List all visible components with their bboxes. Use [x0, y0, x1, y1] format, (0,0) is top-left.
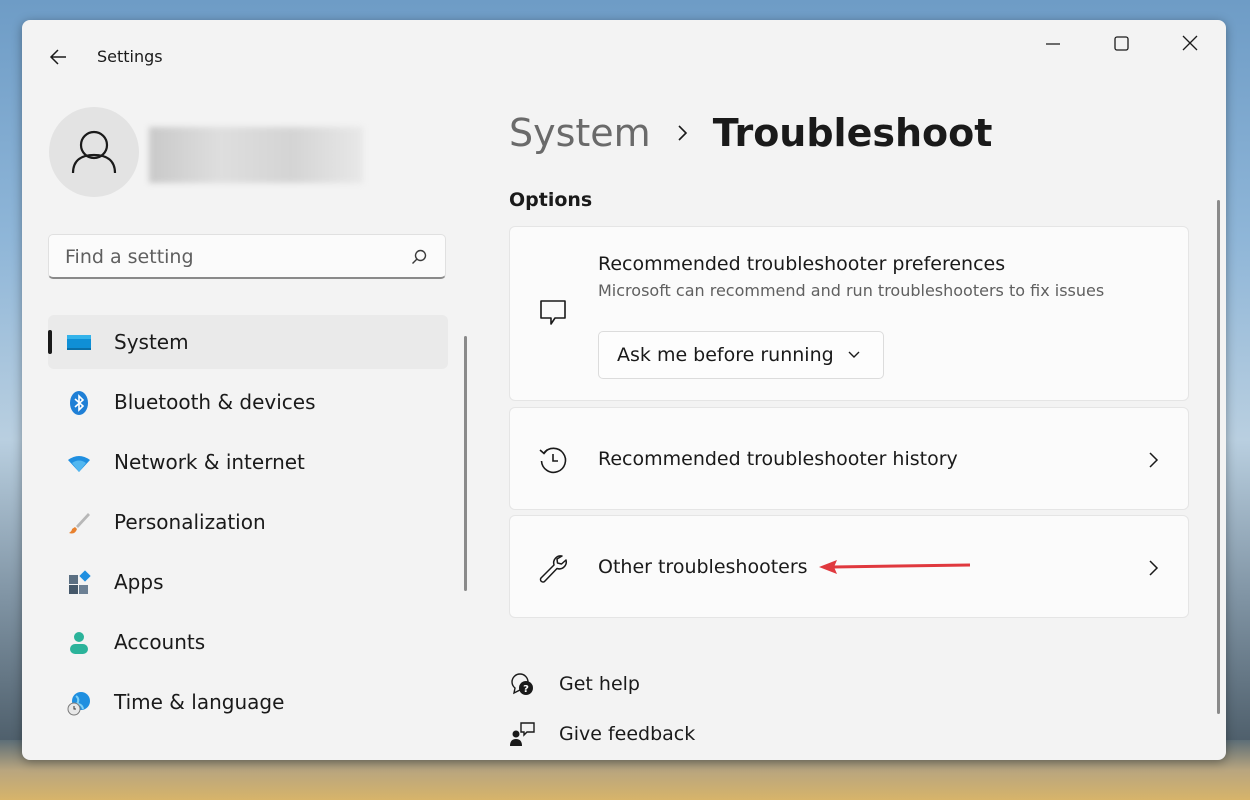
settings-window: Settings Find a setting System Bluetooth… [22, 20, 1226, 760]
sidebar-item-personalization[interactable]: Personalization [48, 495, 448, 549]
close-button[interactable] [1165, 30, 1215, 60]
sidebar-item-label: Apps [114, 570, 164, 594]
chevron-right-icon [678, 125, 687, 141]
get-help-label: Get help [559, 673, 640, 695]
minimize-icon [1046, 43, 1060, 45]
sidebar-item-network[interactable]: Network & internet [48, 435, 448, 489]
annotation-arrow [819, 560, 971, 574]
sidebar-item-label: System [114, 330, 189, 354]
active-indicator [48, 330, 52, 354]
breadcrumb: System Troubleshoot [509, 108, 992, 158]
svg-text:?: ? [523, 684, 529, 695]
person-icon [70, 632, 88, 654]
card-title: Other troubleshooters [598, 556, 808, 578]
dropdown-selected-value: Ask me before running [617, 344, 834, 366]
wrench-icon [539, 555, 567, 583]
card-title: Recommended troubleshooter preferences [598, 253, 1006, 275]
troubleshooter-preference-dropdown[interactable]: Ask me before running [598, 331, 884, 379]
feedback-icon [510, 722, 535, 746]
breadcrumb-parent[interactable]: System [509, 111, 651, 155]
maximize-icon [1114, 36, 1129, 51]
page-title: Troubleshoot [712, 111, 993, 155]
sidebar-scrollbar[interactable] [464, 336, 467, 591]
title-bar: Settings [22, 20, 1226, 92]
avatar[interactable] [49, 107, 139, 197]
history-icon [539, 447, 567, 474]
chevron-down-icon [848, 351, 860, 358]
troubleshooter-history-card[interactable]: Recommended troubleshooter history [509, 407, 1189, 510]
card-description: Microsoft can recommend and run troubles… [598, 281, 1105, 300]
sidebar-item-label: Time & language [114, 690, 285, 714]
give-feedback-label: Give feedback [559, 723, 696, 745]
sidebar-item-label: Network & internet [114, 450, 305, 474]
sidebar-item-label: Personalization [114, 510, 266, 534]
search-box[interactable] [48, 234, 446, 279]
minimize-button[interactable] [1028, 30, 1078, 60]
chat-bubble-icon [540, 300, 566, 325]
brush-icon [69, 513, 90, 534]
sidebar-item-label: Accounts [114, 630, 206, 654]
chevron-right-icon [1149, 452, 1159, 468]
wifi-icon [68, 456, 90, 472]
section-heading: Options [509, 189, 593, 211]
give-feedback-link[interactable]: Give feedback [509, 716, 695, 752]
sidebar-nav: System Bluetooth & devices Network & int… [48, 315, 448, 735]
sidebar-item-system[interactable]: System [48, 315, 448, 369]
sidebar-item-apps[interactable]: Apps [48, 555, 448, 609]
sidebar-item-bluetooth[interactable]: Bluetooth & devices [48, 375, 448, 429]
globe-clock-icon [67, 692, 90, 716]
apps-icon [69, 570, 91, 594]
help-icon: ? [511, 673, 533, 695]
bluetooth-icon [70, 391, 88, 415]
user-icon [71, 130, 117, 174]
sidebar-item-accounts[interactable]: Accounts [48, 615, 448, 669]
system-icon [67, 335, 91, 350]
search-icon[interactable] [409, 247, 429, 267]
maximize-button[interactable] [1096, 30, 1146, 60]
get-help-link[interactable]: ? Get help [509, 666, 640, 702]
search-input[interactable] [63, 243, 397, 271]
content-scrollbar[interactable] [1217, 200, 1220, 714]
app-title: Settings [97, 47, 163, 66]
back-button[interactable] [44, 42, 74, 72]
close-icon [1182, 35, 1198, 51]
card-title: Recommended troubleshooter history [598, 448, 958, 470]
chevron-right-icon [1149, 560, 1159, 576]
sidebar-item-label: Bluetooth & devices [114, 390, 316, 414]
troubleshooter-preferences-card: Recommended troubleshooter preferences M… [509, 226, 1189, 401]
profile-name-redacted [149, 127, 363, 183]
sidebar-item-time-language[interactable]: Time & language [48, 675, 448, 729]
back-arrow-icon [49, 49, 66, 65]
